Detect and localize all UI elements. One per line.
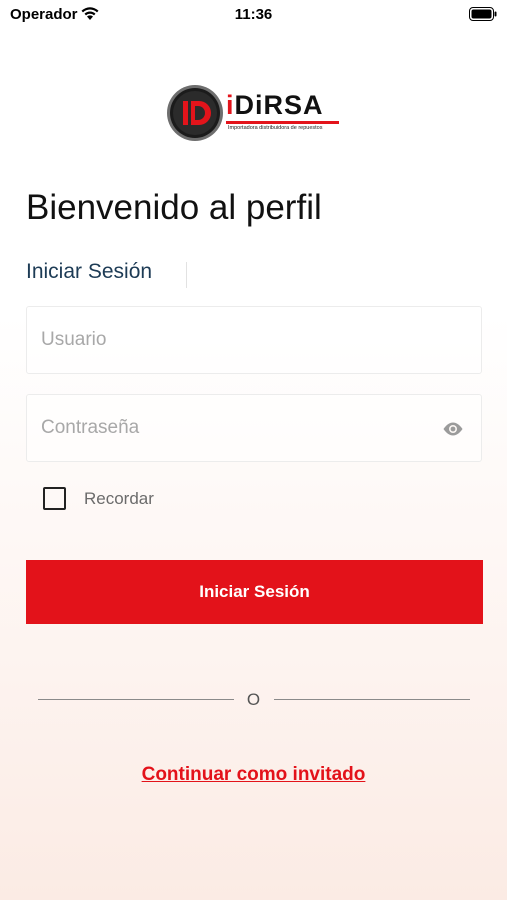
battery-icon bbox=[469, 7, 497, 21]
username-field-container bbox=[26, 306, 482, 374]
password-field-container bbox=[26, 394, 482, 462]
page-title: Bienvenido al perfil bbox=[26, 188, 322, 227]
divider-line-right bbox=[274, 699, 470, 700]
username-input[interactable] bbox=[27, 307, 481, 373]
guest-link[interactable]: Continuar como invitado bbox=[0, 764, 507, 786]
login-button[interactable]: Iniciar Sesión bbox=[26, 560, 483, 624]
status-bar: Operador 11:36 bbox=[0, 0, 507, 28]
logo-emblem-icon bbox=[167, 85, 223, 141]
remember-row: Recordar bbox=[43, 487, 154, 510]
brand-logo: iDiRSA Importadora distribuidora de repu… bbox=[166, 84, 342, 146]
logo-tagline: Importadora distribuidora de repuestos bbox=[228, 125, 323, 131]
tab-login-label: Iniciar Sesión bbox=[26, 260, 153, 283]
password-input[interactable] bbox=[27, 395, 481, 461]
clock: 11:36 bbox=[234, 6, 273, 23]
divider-text: O bbox=[246, 690, 261, 709]
remember-checkbox[interactable] bbox=[43, 487, 66, 510]
remember-label: Recordar bbox=[84, 488, 154, 508]
logo-main: DiRSA bbox=[234, 90, 324, 120]
eye-icon[interactable] bbox=[441, 417, 465, 441]
logo-underline bbox=[226, 121, 339, 124]
tab-divider bbox=[186, 262, 187, 288]
logo-wordmark: iDiRSA bbox=[226, 92, 324, 119]
logo-prefix: i bbox=[226, 90, 235, 120]
tab-login[interactable]: Iniciar Sesión bbox=[26, 260, 187, 290]
